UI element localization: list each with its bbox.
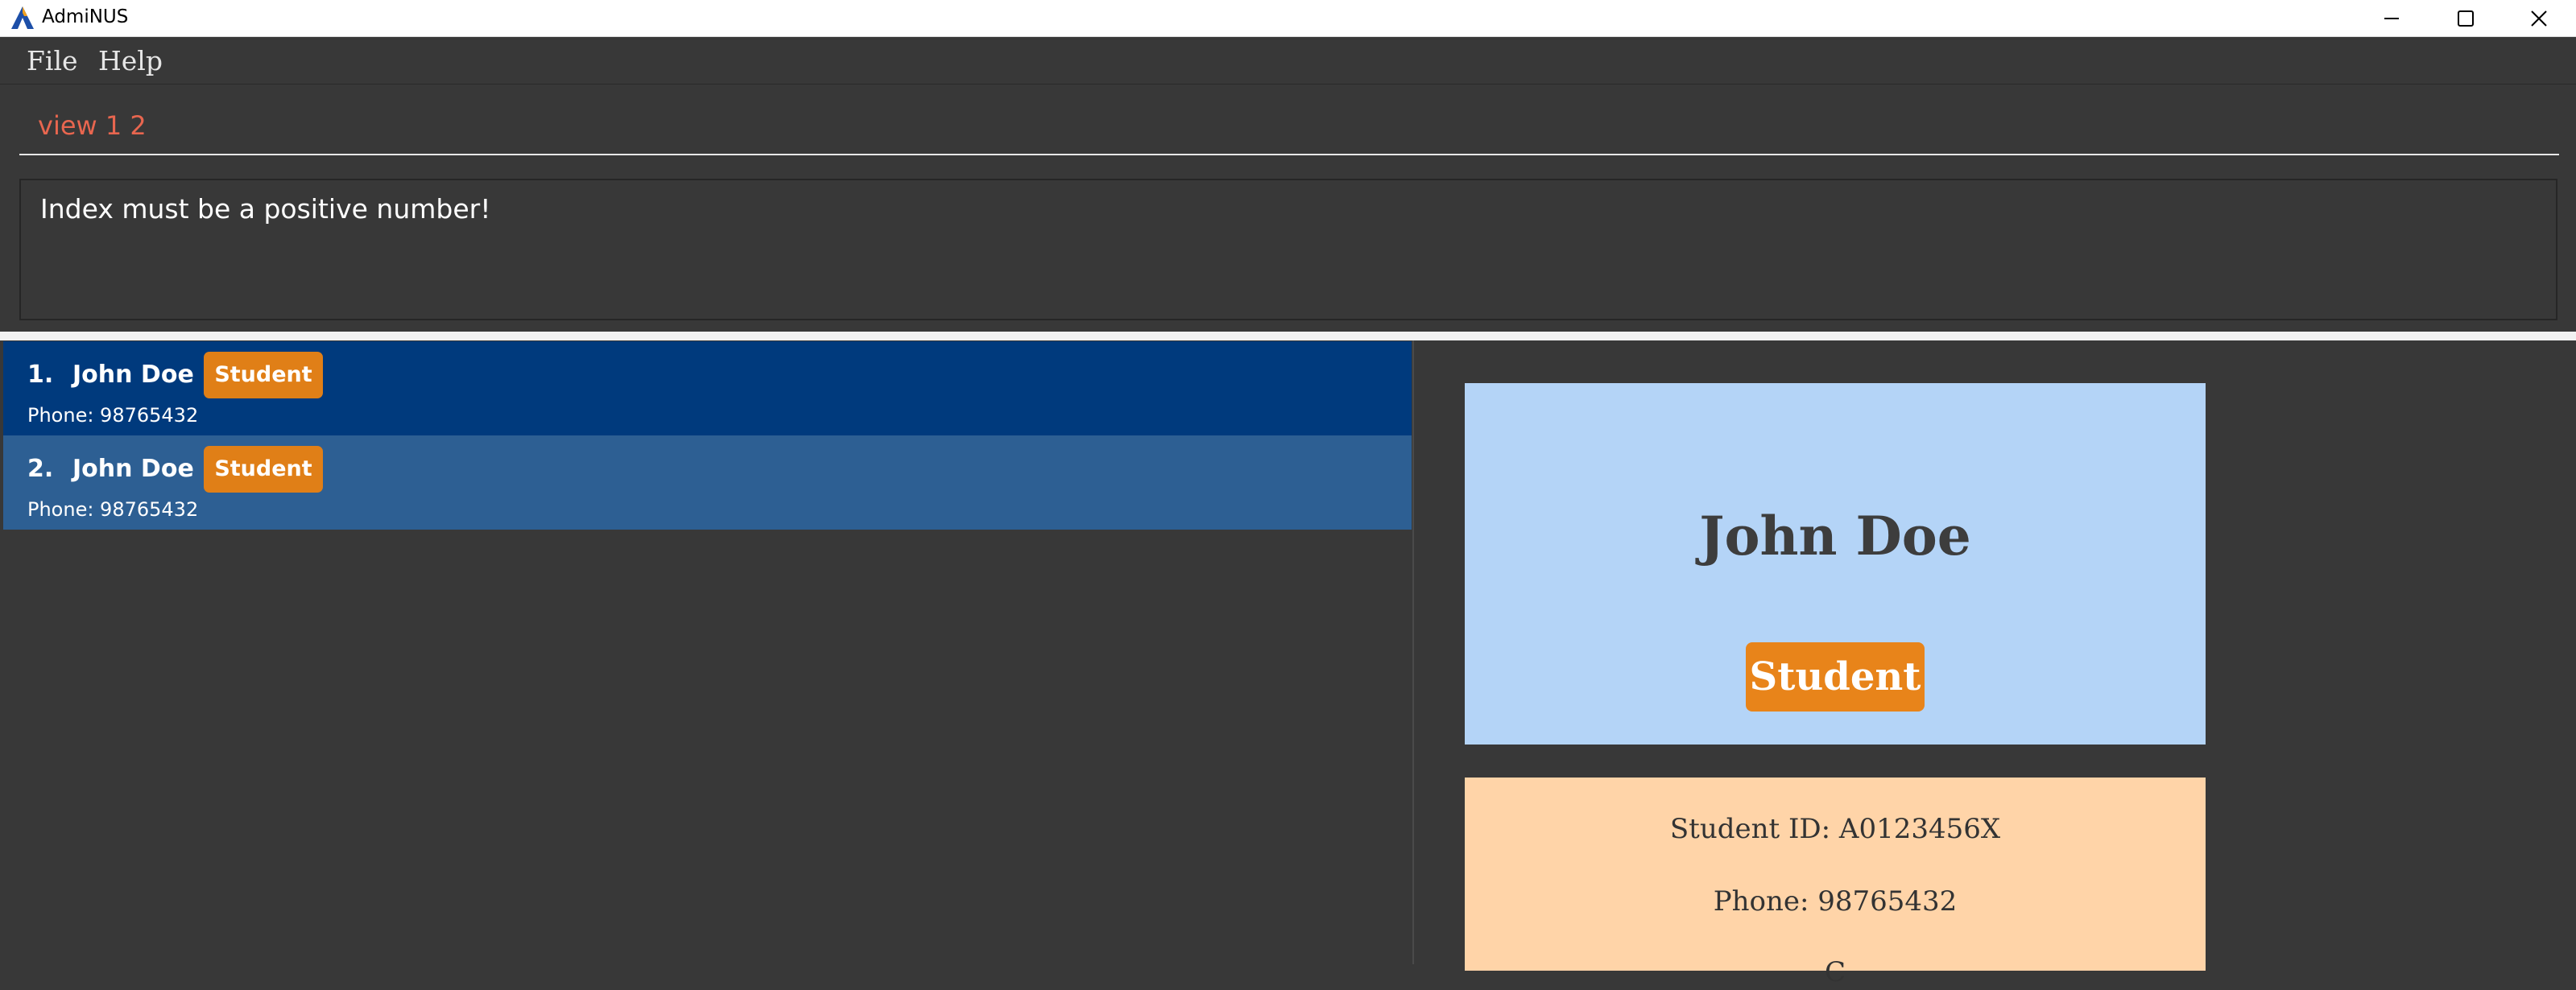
menu-bar: File Help xyxy=(0,37,2576,85)
person-phone: Phone: 98765432 xyxy=(27,404,199,427)
person-card-1[interactable]: 1. John Doe Student Phone: 98765432 xyxy=(3,341,1412,435)
close-button[interactable] xyxy=(2502,0,2576,36)
menu-file[interactable]: File xyxy=(27,43,78,79)
person-phone: Phone: 98765432 xyxy=(27,498,199,521)
close-icon xyxy=(2531,10,2547,27)
maximize-button[interactable] xyxy=(2429,0,2503,36)
app-logo-icon xyxy=(11,6,34,29)
person-tag: Student xyxy=(204,352,323,398)
person-card-2[interactable]: 2. John Doe Student Phone: 98765432 xyxy=(3,435,1412,530)
result-message: Index must be a positive number! xyxy=(40,193,491,225)
detail-next-line: C xyxy=(1824,956,1846,988)
detail-info-card: Student ID: A0123456X Phone: 98765432 C xyxy=(1465,778,2206,988)
minimize-button[interactable] xyxy=(2355,0,2429,36)
detail-name: John Doe xyxy=(1699,505,1971,567)
detail-header-card: John Doe Student xyxy=(1465,383,2206,745)
minimize-icon xyxy=(2384,17,2399,19)
result-display[interactable]: Index must be a positive number! xyxy=(19,179,2557,320)
person-list[interactable]: 1. John Doe Student Phone: 98765432 2. J… xyxy=(0,340,1414,964)
title-bar: AdmiNUS xyxy=(0,0,2576,37)
detail-phone: Phone: 98765432 xyxy=(1713,885,1958,918)
detail-student-id: Student ID: A0123456X xyxy=(1669,813,2001,845)
menu-help[interactable]: Help xyxy=(98,43,163,79)
person-index: 2. xyxy=(27,455,54,483)
maximize-icon xyxy=(2458,10,2474,27)
person-index: 1. xyxy=(27,361,54,389)
detail-tag: Student xyxy=(1746,642,1925,712)
split-divider[interactable] xyxy=(0,332,2576,340)
person-name: John Doe xyxy=(72,361,194,389)
person-name: John Doe xyxy=(72,455,194,483)
command-input[interactable] xyxy=(19,97,2559,155)
app-title: AdmiNUS xyxy=(42,6,129,27)
person-tag: Student xyxy=(204,446,323,493)
